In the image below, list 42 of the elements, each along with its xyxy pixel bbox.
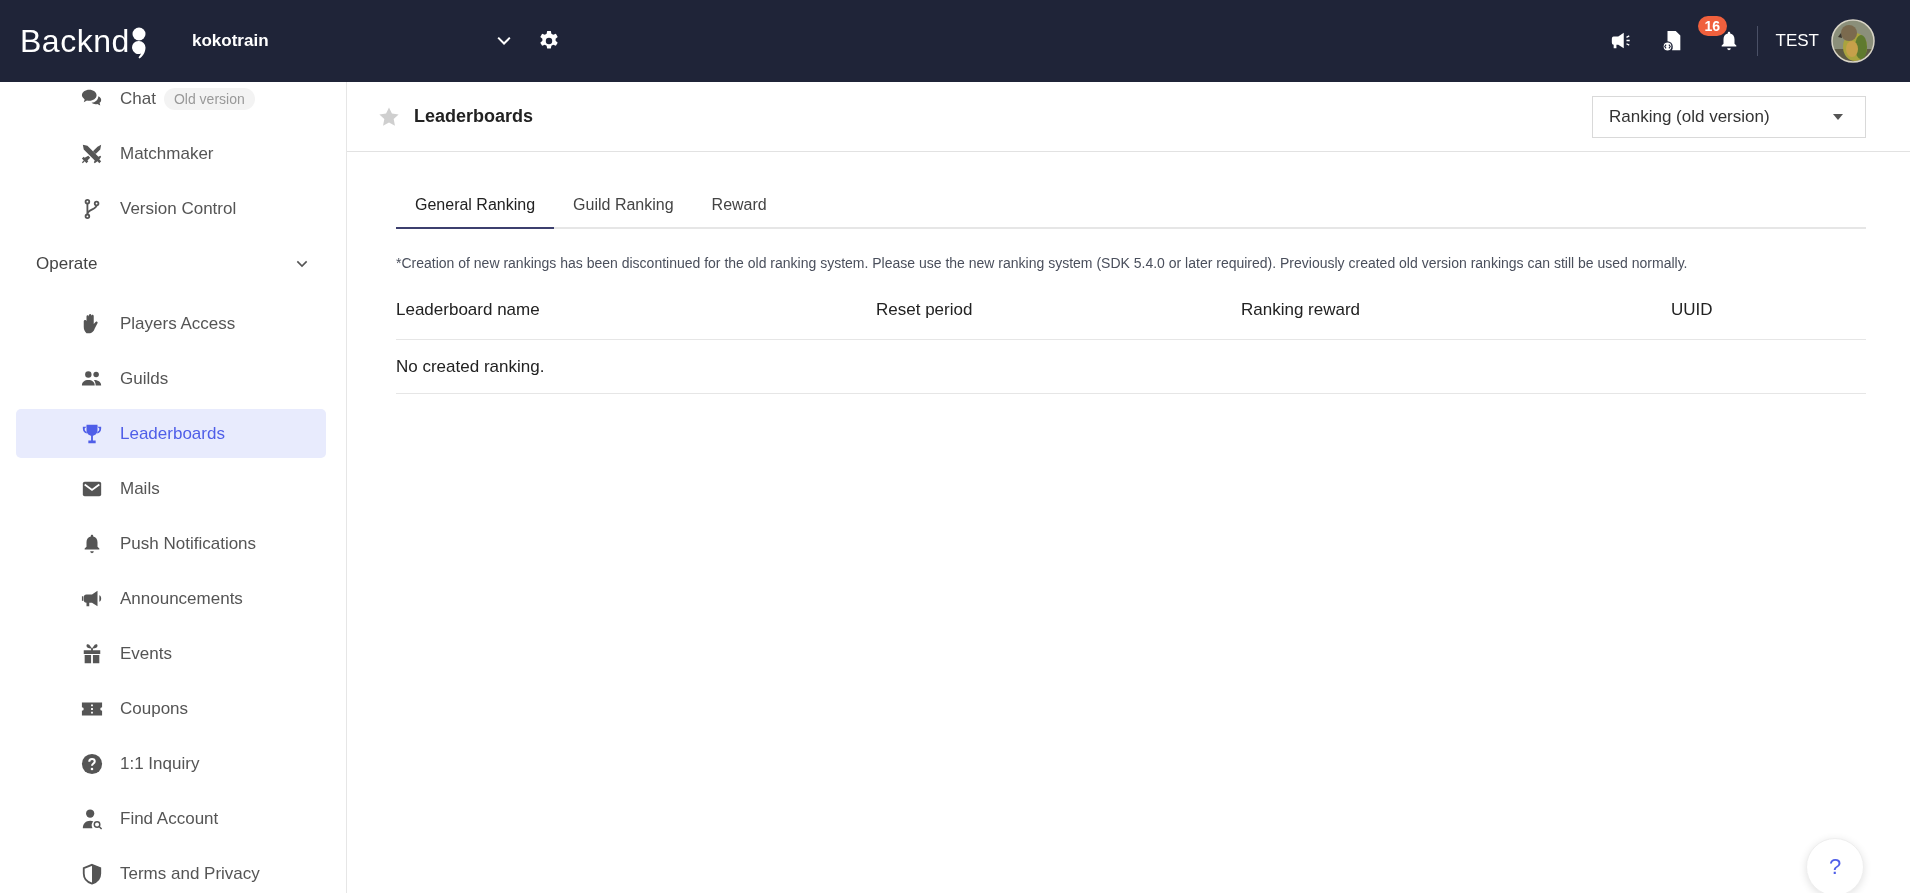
version-dropdown[interactable]: Ranking (old version)	[1592, 95, 1866, 138]
sidebar-item[interactable]: Version Control	[16, 184, 326, 233]
logo-mark-icon	[131, 27, 146, 61]
caret-down-icon	[1833, 113, 1843, 120]
logo-text: Backnd	[20, 22, 130, 60]
sidebar-item[interactable]: Events	[16, 629, 326, 678]
notification-count: 16	[1697, 16, 1728, 36]
column-header: Ranking reward	[1241, 300, 1362, 320]
sidebar-item[interactable]: Announcements	[16, 574, 326, 623]
notice-text: *Creation of new rankings has been discontinued for the old ranking system. Please use the new ranking system (SDK 5.4.0 or later required). Previously created old version rankings can still be used normally.	[396, 255, 1689, 271]
tab[interactable]: Guild Ranking	[554, 182, 693, 229]
crossed-swords-icon	[81, 142, 103, 165]
column-header: Reset period	[876, 300, 974, 320]
sidebar-item[interactable]: Coupons	[16, 684, 326, 733]
sidebar-item[interactable]: Guilds	[16, 354, 326, 403]
settings-icon[interactable]	[538, 30, 560, 52]
project-selector[interactable]: kokotrain	[192, 31, 514, 51]
tab[interactable]: Reward	[692, 182, 786, 229]
star-icon[interactable]	[378, 105, 400, 128]
person-search-icon	[81, 807, 103, 830]
empty-message: No created ranking.	[396, 356, 546, 378]
sidebar-item[interactable]: Leaderboards	[16, 409, 326, 458]
sidebar-item[interactable]: Chat Old version	[16, 82, 326, 123]
user-name[interactable]: TEST	[1775, 31, 1819, 51]
column-header: UUID	[1671, 300, 1714, 320]
group-header[interactable]: Operate	[16, 239, 310, 288]
sidebar-item[interactable]: Matchmaker	[16, 129, 326, 178]
column-header: Leaderboard name	[396, 300, 541, 320]
sidebar-item[interactable]: Find Account	[16, 794, 326, 843]
sidebar-item[interactable]: Mails	[16, 464, 326, 513]
shield-icon	[81, 862, 103, 885]
help-button[interactable]: ?	[1806, 838, 1864, 893]
sidebar-item[interactable]: Push Notifications	[16, 519, 326, 568]
sidebar-item[interactable]: Players Access	[16, 299, 326, 348]
version-tag: Old version	[163, 87, 255, 110]
sidebar-item[interactable]: Terms and Privacy	[16, 849, 326, 893]
tab[interactable]: General Ranking	[396, 182, 555, 229]
question-circle-icon	[81, 752, 103, 775]
page-title: Leaderboards	[414, 106, 534, 127]
trophy-icon	[81, 422, 103, 445]
gift-icon	[81, 642, 103, 665]
sidebar-item[interactable]: 1:1 Inquiry	[16, 739, 326, 788]
